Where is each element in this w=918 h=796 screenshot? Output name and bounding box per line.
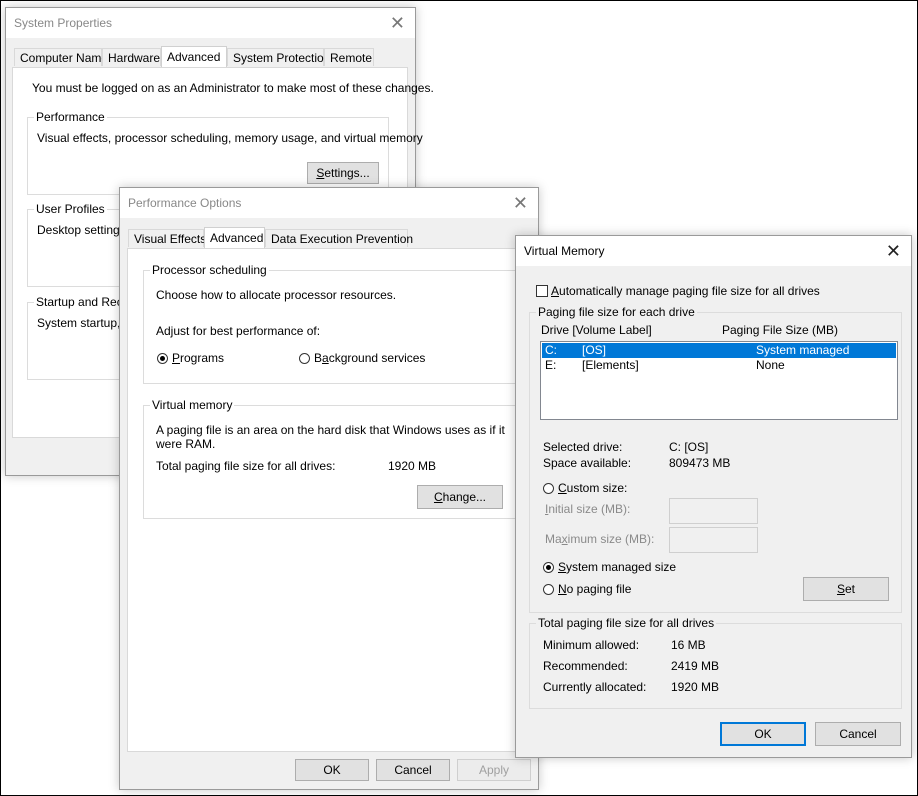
system-managed-radio[interactable] <box>543 562 554 573</box>
total-paging-value: 1920 MB <box>388 459 437 473</box>
change-button[interactable]: Change... <box>417 485 503 509</box>
list-header-drive: Drive [Volume Label] <box>541 323 652 337</box>
performance-options-titlebar[interactable]: Performance Options ✕ <box>120 188 538 218</box>
virtual-memory-description-1: A paging file is an area on the hard dis… <box>156 423 505 437</box>
minimum-allowed-value: 16 MB <box>671 638 706 652</box>
no-paging-radio[interactable] <box>543 584 554 595</box>
virtual-memory-legend: Virtual memory <box>150 398 235 412</box>
virtual-memory-description-2: were RAM. <box>156 437 216 451</box>
performance-legend: Performance <box>34 110 107 124</box>
programs-radio[interactable] <box>157 353 168 364</box>
tab-data-execution-prevention[interactable]: Data Execution Prevention <box>265 229 413 247</box>
custom-size-label[interactable]: Custom size: <box>558 481 627 495</box>
auto-manage-checkbox[interactable] <box>536 285 548 297</box>
close-icon[interactable]: ✕ <box>513 193 528 214</box>
recommended-value: 2419 MB <box>671 659 720 673</box>
virtual-memory-titlebar[interactable]: Virtual Memory ✕ <box>516 236 911 266</box>
virtual-memory-dialog: Virtual Memory ✕ Automatically manage pa… <box>515 235 912 758</box>
system-properties-title: System Properties <box>14 16 113 30</box>
initial-size-label: Initial size (MB): <box>545 502 631 516</box>
recommended-label: Recommended: <box>543 659 628 673</box>
currently-allocated-label: Currently allocated: <box>543 680 647 694</box>
total-paging-label: Total paging file size for all drives: <box>156 459 336 473</box>
space-available-label: Space available: <box>543 456 632 470</box>
processor-scheduling-description: Choose how to allocate processor resourc… <box>156 288 397 302</box>
auto-manage-label[interactable]: Automatically manage paging file size fo… <box>551 284 820 298</box>
no-paging-label[interactable]: No paging file <box>558 582 631 596</box>
processor-scheduling-group: Processor scheduling Choose how to alloc… <box>143 263 517 384</box>
virtual-memory-title: Virtual Memory <box>524 244 605 258</box>
list-header-size: Paging File Size (MB) <box>722 323 839 337</box>
selected-drive-label: Selected drive: <box>543 440 623 454</box>
tab-remote[interactable]: Remote <box>324 48 374 66</box>
close-icon[interactable]: ✕ <box>390 13 405 34</box>
paging-per-drive-legend: Paging file size for each drive <box>536 305 697 319</box>
user-profiles-legend: User Profiles <box>34 202 107 216</box>
currently-allocated-value: 1920 MB <box>671 680 720 694</box>
tab-computer-name[interactable]: Computer Name <box>14 48 108 66</box>
cancel-button[interactable]: Cancel <box>376 759 450 781</box>
adjust-label: Adjust for best performance of: <box>156 324 321 338</box>
system-properties-tabs: Computer Name Hardware Advanced System P… <box>14 46 409 68</box>
maximum-size-input[interactable] <box>669 527 758 553</box>
list-item[interactable]: E: [Elements] None <box>542 358 896 373</box>
drive-list[interactable]: C: [OS] System managed E: [Elements] Non… <box>540 341 898 420</box>
background-services-radio[interactable] <box>299 353 310 364</box>
performance-options-title: Performance Options <box>128 196 242 210</box>
maximum-size-label: Maximum size (MB): <box>545 532 655 546</box>
virtual-memory-group: Virtual memory A paging file is an area … <box>143 398 517 519</box>
performance-description: Visual effects, processor scheduling, me… <box>37 131 423 145</box>
performance-options-tabs: Visual Effects Advanced Data Execution P… <box>128 227 528 249</box>
selected-drive-value: C: [OS] <box>669 440 709 454</box>
system-properties-titlebar[interactable]: System Properties ✕ <box>6 8 415 38</box>
tab-advanced[interactable]: Advanced <box>204 227 265 248</box>
background-services-label[interactable]: Background services <box>314 351 425 365</box>
performance-group: Performance Visual effects, processor sc… <box>27 110 423 195</box>
paging-per-drive-group: Paging file size for each drive Drive [V… <box>529 305 902 613</box>
tab-system-protection[interactable]: System Protection <box>227 48 330 66</box>
custom-size-radio[interactable] <box>543 483 554 494</box>
list-item[interactable]: C: [OS] System managed <box>542 343 896 358</box>
programs-label[interactable]: Programs <box>172 351 224 365</box>
total-paging-group: Total paging file size for all drives Mi… <box>529 616 902 709</box>
performance-options-tabpage: Processor scheduling Choose how to alloc… <box>127 248 531 752</box>
space-available-value: 809473 MB <box>669 456 731 470</box>
tab-hardware[interactable]: Hardware <box>102 48 161 66</box>
admin-note: You must be logged on as an Administrato… <box>32 81 434 95</box>
set-button[interactable]: Set <box>803 577 889 601</box>
minimum-allowed-label: Minimum allowed: <box>543 638 640 652</box>
performance-options-dialog: Performance Options ✕ Visual Effects Adv… <box>119 187 539 790</box>
ok-button[interactable]: OK <box>295 759 369 781</box>
close-icon[interactable]: ✕ <box>886 241 901 262</box>
tab-advanced[interactable]: Advanced <box>161 46 227 67</box>
ok-button[interactable]: OK <box>720 722 806 746</box>
total-paging-legend: Total paging file size for all drives <box>536 616 717 630</box>
settings-button[interactable]: Settings... <box>307 162 379 184</box>
initial-size-input[interactable] <box>669 498 758 524</box>
apply-button[interactable]: Apply <box>457 759 531 781</box>
processor-scheduling-legend: Processor scheduling <box>150 263 269 277</box>
startup-legend: Startup and Reco <box>34 295 132 309</box>
system-managed-label[interactable]: System managed size <box>558 560 676 574</box>
tab-visual-effects[interactable]: Visual Effects <box>128 229 206 247</box>
cancel-button[interactable]: Cancel <box>815 722 901 746</box>
